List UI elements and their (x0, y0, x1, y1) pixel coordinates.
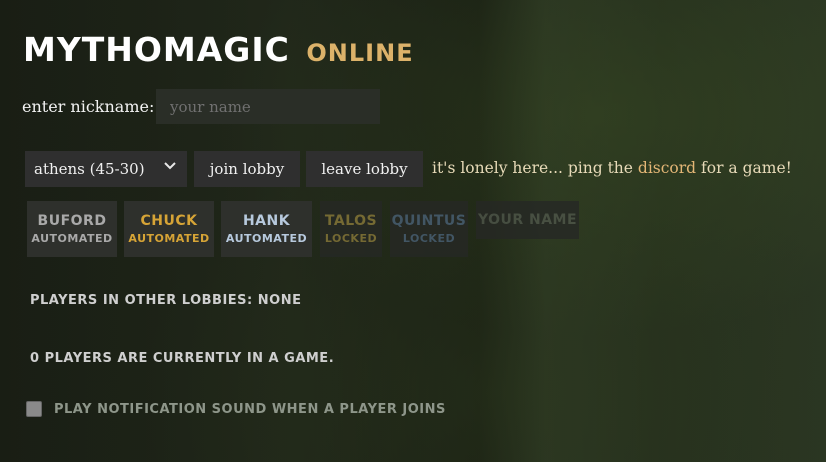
lobby-select[interactable]: athens (45-30) (25, 151, 187, 187)
player-slot-chuck[interactable]: CHUCK AUTOMATED (124, 201, 214, 257)
chevron-down-icon (163, 159, 177, 177)
nickname-input[interactable] (156, 89, 380, 124)
lobby-message-suffix: for a game! (696, 159, 792, 177)
title-main: MYTHOMAGIC (23, 30, 290, 69)
nickname-label: enter nickname: (22, 97, 155, 116)
discord-link[interactable]: discord (638, 159, 696, 177)
player-slot-quintus[interactable]: QUINTUS LOCKED (390, 201, 468, 257)
player-status: AUTOMATED (225, 232, 308, 245)
lobby-message-prefix: it's lonely here... ping the (432, 159, 638, 177)
player-name: TALOS (324, 213, 378, 229)
page: MYTHOMAGIC ONLINE enter nickname: athens… (0, 0, 826, 462)
player-name: QUINTUS (391, 213, 467, 229)
player-slot-hank[interactable]: HANK AUTOMATED (221, 201, 312, 257)
sound-checkbox[interactable] (26, 401, 42, 417)
other-lobbies-info: PLAYERS IN OTHER LOBBIES: NONE (30, 293, 302, 308)
sound-checkbox-label[interactable]: PLAY NOTIFICATION SOUND WHEN A PLAYER JO… (54, 402, 446, 417)
sound-setting[interactable]: PLAY NOTIFICATION SOUND WHEN A PLAYER JO… (26, 401, 446, 417)
app-title: MYTHOMAGIC ONLINE (23, 30, 414, 69)
player-slot-buford[interactable]: BUFORD AUTOMATED (27, 201, 117, 257)
player-name: YOUR NAME (477, 212, 578, 228)
player-status: LOCKED (402, 232, 456, 245)
player-status: LOCKED (324, 232, 378, 245)
lobby-select-value: athens (45-30) (34, 160, 145, 178)
player-name: CHUCK (140, 213, 198, 229)
player-slot-your-name[interactable]: YOUR NAME (476, 201, 579, 239)
player-name: BUFORD (37, 213, 107, 229)
join-lobby-button[interactable]: join lobby (194, 151, 300, 187)
lobby-status-message: it's lonely here... ping the discord for… (432, 159, 792, 177)
in-game-info: 0 PLAYERS ARE CURRENTLY IN A GAME. (30, 351, 335, 366)
player-status: AUTOMATED (128, 232, 210, 245)
leave-lobby-button[interactable]: leave lobby (306, 151, 423, 187)
player-status: AUTOMATED (31, 232, 113, 245)
title-subtitle: ONLINE (306, 39, 414, 67)
player-name: HANK (242, 213, 291, 229)
player-slot-talos[interactable]: TALOS LOCKED (320, 201, 382, 257)
